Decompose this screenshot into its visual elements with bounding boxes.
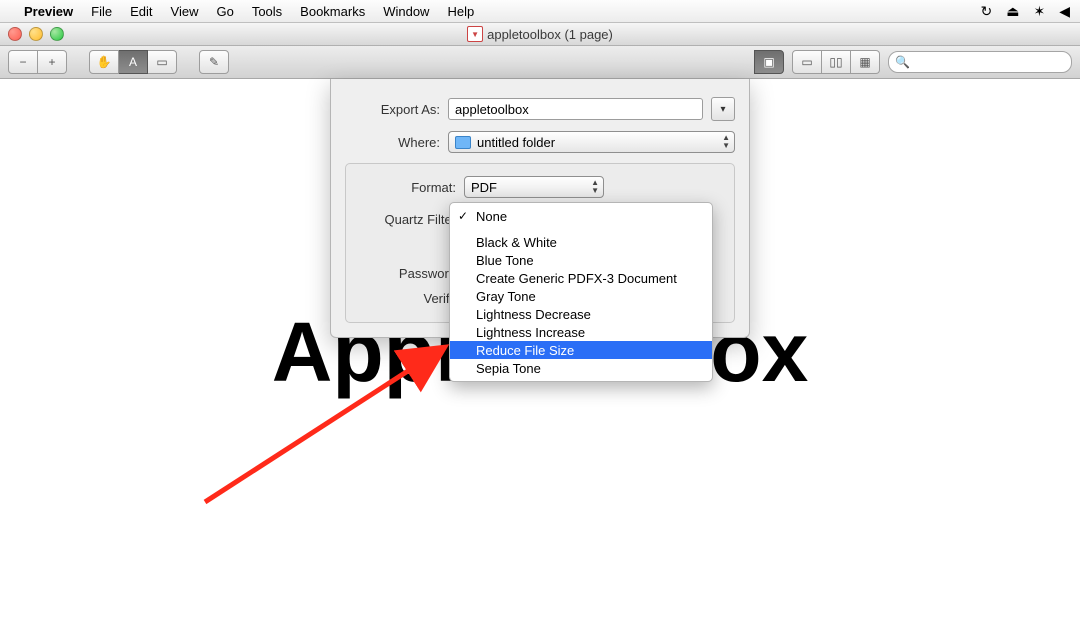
menu-app[interactable]: Preview xyxy=(24,4,73,19)
menu-edit[interactable]: Edit xyxy=(130,4,152,19)
text-tool-button[interactable]: A xyxy=(119,50,148,74)
sidebar-mode-group: ▣ xyxy=(754,50,784,74)
verify-label: Verify xyxy=(356,291,456,306)
where-value: untitled folder xyxy=(477,135,555,150)
view-single-button[interactable]: ▭ xyxy=(792,50,822,74)
zoom-out-button[interactable]: − xyxy=(8,50,38,74)
sync-icon[interactable]: ↻ xyxy=(981,3,993,20)
check-icon: ✓ xyxy=(458,209,468,223)
tool-group: ✋ A ▭ xyxy=(89,50,177,74)
document-canvas: Appletoolbox Export As: ▾ Where: untitle… xyxy=(0,79,1080,634)
quartz-option-none[interactable]: ✓None xyxy=(450,207,712,225)
quartz-option-reduce-file-size[interactable]: Reduce File Size xyxy=(450,341,712,359)
menu-help[interactable]: Help xyxy=(447,4,474,19)
password-label: Password xyxy=(356,266,456,281)
expand-save-button[interactable]: ▾ xyxy=(711,97,735,121)
wifi-icon[interactable]: ✶ xyxy=(1033,3,1045,20)
quartz-option-lightness-increase[interactable]: Lightness Increase xyxy=(450,323,712,341)
quartz-filter-label: Quartz Filter xyxy=(356,212,456,227)
view-contact-button[interactable]: ▦ xyxy=(851,50,880,74)
format-value: PDF xyxy=(471,180,497,195)
quartz-option-black-white[interactable]: Black & White xyxy=(450,233,712,251)
thumbnail-view-button[interactable]: ▣ xyxy=(754,50,784,74)
window-titlebar: ▼ appletoolbox (1 page) xyxy=(0,23,1080,46)
where-label: Where: xyxy=(345,135,440,150)
select-tool-button[interactable]: ▭ xyxy=(148,50,177,74)
menu-tools[interactable]: Tools xyxy=(252,4,282,19)
quartz-option-pdfx3[interactable]: Create Generic PDFX-3 Document xyxy=(450,269,712,287)
format-label: Format: xyxy=(356,180,456,195)
menu-go[interactable]: Go xyxy=(216,4,233,19)
move-tool-button[interactable]: ✋ xyxy=(89,50,119,74)
menu-window[interactable]: Window xyxy=(383,4,429,19)
folder-icon xyxy=(455,136,471,149)
menu-bookmarks[interactable]: Bookmarks xyxy=(300,4,365,19)
toolbar: − + ✋ A ▭ ✎ ▣ ▭ ▯▯ ▦ 🔍 xyxy=(0,46,1080,79)
quartz-option-gray-tone[interactable]: Gray Tone xyxy=(450,287,712,305)
menubar-status: ↻ ⏏ ✶ ◀ xyxy=(981,3,1070,20)
quartz-option-sepia-tone[interactable]: Sepia Tone xyxy=(450,359,712,377)
quartz-option-blue-tone[interactable]: Blue Tone xyxy=(450,251,712,269)
zoom-group: − + xyxy=(8,50,67,74)
search-icon: 🔍 xyxy=(895,55,910,69)
menu-view[interactable]: View xyxy=(171,4,199,19)
where-popup[interactable]: untitled folder ▲▼ xyxy=(448,131,735,153)
view-group: ▭ ▯▯ ▦ xyxy=(792,50,880,74)
menubar: Preview File Edit View Go Tools Bookmark… xyxy=(0,0,1080,23)
pdf-doc-icon: ▼ xyxy=(467,26,483,42)
export-as-field[interactable] xyxy=(448,98,703,120)
zoom-in-button[interactable]: + xyxy=(38,50,67,74)
export-as-label: Export As: xyxy=(345,102,440,117)
window-title-text: appletoolbox (1 page) xyxy=(487,27,613,42)
format-popup[interactable]: PDF ▲▼ xyxy=(464,176,604,198)
search-field[interactable]: 🔍 xyxy=(888,51,1072,73)
updown-icon: ▲▼ xyxy=(591,179,599,195)
volume-icon[interactable]: ◀ xyxy=(1059,3,1070,20)
annotate-button[interactable]: ✎ xyxy=(199,50,229,74)
updown-icon: ▲▼ xyxy=(722,134,730,150)
quartz-filter-menu: ✓None Black & White Blue Tone Create Gen… xyxy=(449,202,713,382)
view-facing-button[interactable]: ▯▯ xyxy=(822,50,851,74)
window-title: ▼ appletoolbox (1 page) xyxy=(0,26,1080,42)
quartz-option-lightness-decrease[interactable]: Lightness Decrease xyxy=(450,305,712,323)
menu-file[interactable]: File xyxy=(91,4,112,19)
eject-icon[interactable]: ⏏ xyxy=(1006,3,1019,20)
